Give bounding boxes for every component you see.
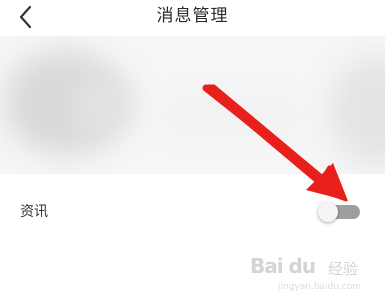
watermark-brand: Bai du [250, 254, 316, 278]
settings-row-news: 资讯 [0, 188, 385, 236]
toggle-knob [318, 202, 338, 222]
baidu-jingyan-watermark: Bai du 经验 jingyan.baidu.com [250, 252, 380, 296]
news-toggle-switch[interactable] [318, 202, 362, 222]
page-title: 消息管理 [156, 6, 229, 26]
watermark-word: 经验 [328, 260, 359, 278]
blurred-content-area [0, 36, 385, 174]
watermark-url: jingyan.baidu.com [278, 282, 362, 292]
settings-row-label: 资讯 [20, 204, 48, 220]
top-bar: 消息管理 [0, 0, 385, 34]
blur-shape [150, 96, 310, 136]
blur-shape [70, 76, 130, 136]
blur-shape [330, 56, 385, 166]
message-management-screen: 消息管理 资讯 Bai du 经验 jingyan.baidu.com [0, 0, 385, 300]
